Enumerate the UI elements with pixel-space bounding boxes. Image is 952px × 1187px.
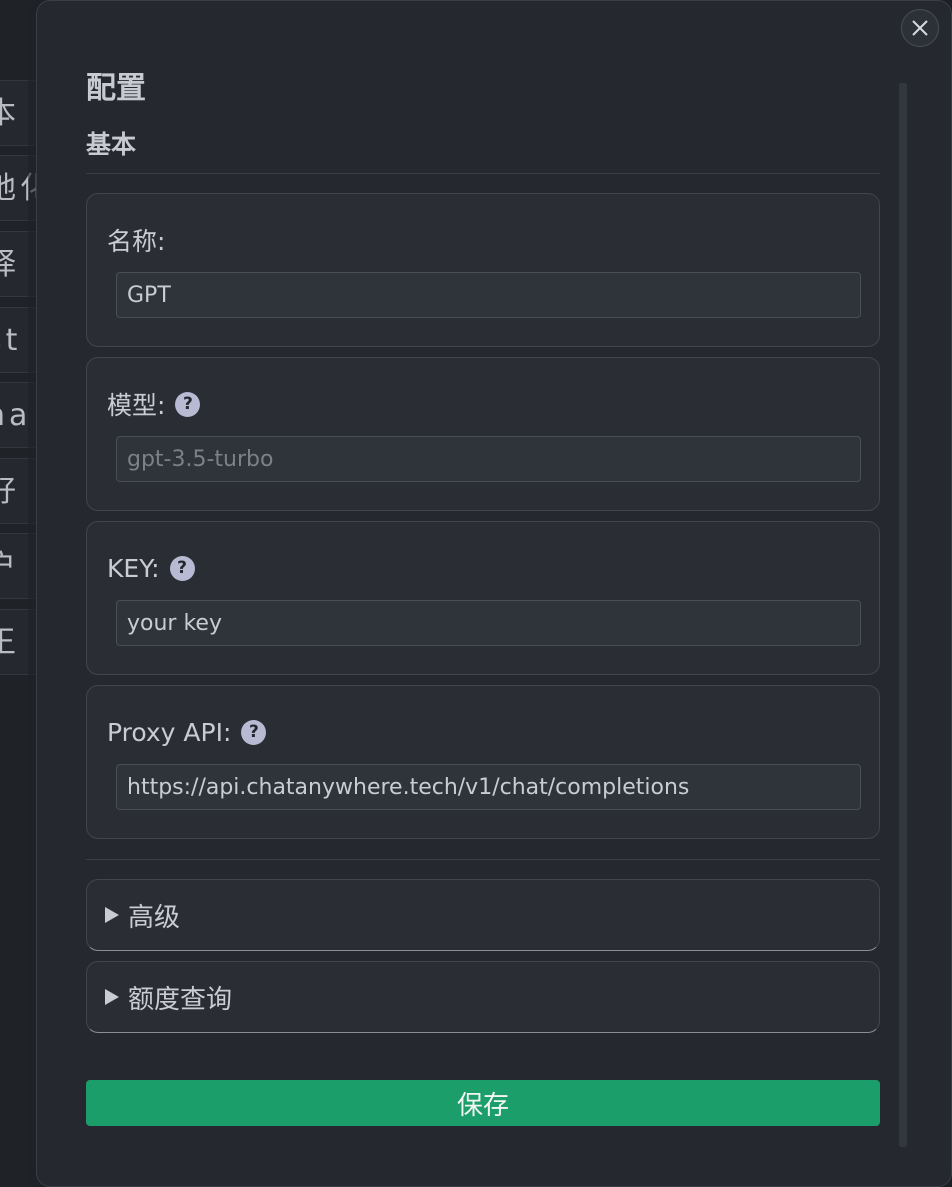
help-icon[interactable]: ? <box>175 391 201 417</box>
advanced-section-toggle[interactable]: 高级 <box>86 879 880 951</box>
divider <box>86 173 880 174</box>
name-label: 名称: <box>107 222 165 258</box>
save-button[interactable]: 保存 <box>86 1080 880 1126</box>
model-label-text: 模型: <box>107 391 166 420</box>
help-icon[interactable]: ? <box>241 719 267 745</box>
sidebar-item-label: 本 <box>0 96 20 131</box>
quota-section-toggle[interactable]: 额度查询 <box>86 961 880 1033</box>
proxy-api-label-text: Proxy API: <box>107 717 232 747</box>
model-input[interactable] <box>116 436 861 482</box>
sidebar-item-label: st <box>0 323 22 358</box>
close-button[interactable] <box>901 9 939 47</box>
proxy-api-input[interactable] <box>116 764 861 810</box>
sidebar-item-label: 王 <box>0 625 20 660</box>
proxy-api-field-card: Proxy API: ? <box>86 685 880 839</box>
key-label: KEY: ? <box>107 550 195 586</box>
sidebar-item-label: 好 <box>0 474 20 509</box>
help-icon[interactable]: ? <box>169 555 195 581</box>
quota-section-label: 额度查询 <box>128 984 233 1015</box>
page-title: 配置 <box>86 71 146 106</box>
model-label: 模型: ? <box>107 386 201 422</box>
close-icon <box>912 20 928 36</box>
divider <box>86 859 880 860</box>
name-input[interactable] <box>116 272 861 318</box>
proxy-api-label: Proxy API: ? <box>107 714 267 750</box>
expand-triangle-icon <box>105 907 119 923</box>
expand-triangle-icon <box>105 989 119 1005</box>
advanced-section-label: 高级 <box>128 902 181 933</box>
modal-content: 配置 基本 名称: 模型: ? KEY: ? <box>86 61 880 1126</box>
key-input[interactable] <box>116 600 861 646</box>
sidebar-item-label: 择 <box>0 247 20 282</box>
section-title-basic: 基本 <box>86 130 137 159</box>
sidebar-item-label: 户 <box>0 549 20 584</box>
key-field-card: KEY: ? <box>86 521 880 675</box>
config-modal: 配置 基本 名称: 模型: ? KEY: ? <box>36 0 952 1187</box>
name-label-text: 名称: <box>107 227 166 256</box>
scrollbar[interactable] <box>899 83 907 1147</box>
sidebar-item-label: na <box>0 398 32 433</box>
key-label-text: KEY: <box>107 553 160 583</box>
model-field-card: 模型: ? <box>86 357 880 511</box>
name-field-card: 名称: <box>86 193 880 347</box>
